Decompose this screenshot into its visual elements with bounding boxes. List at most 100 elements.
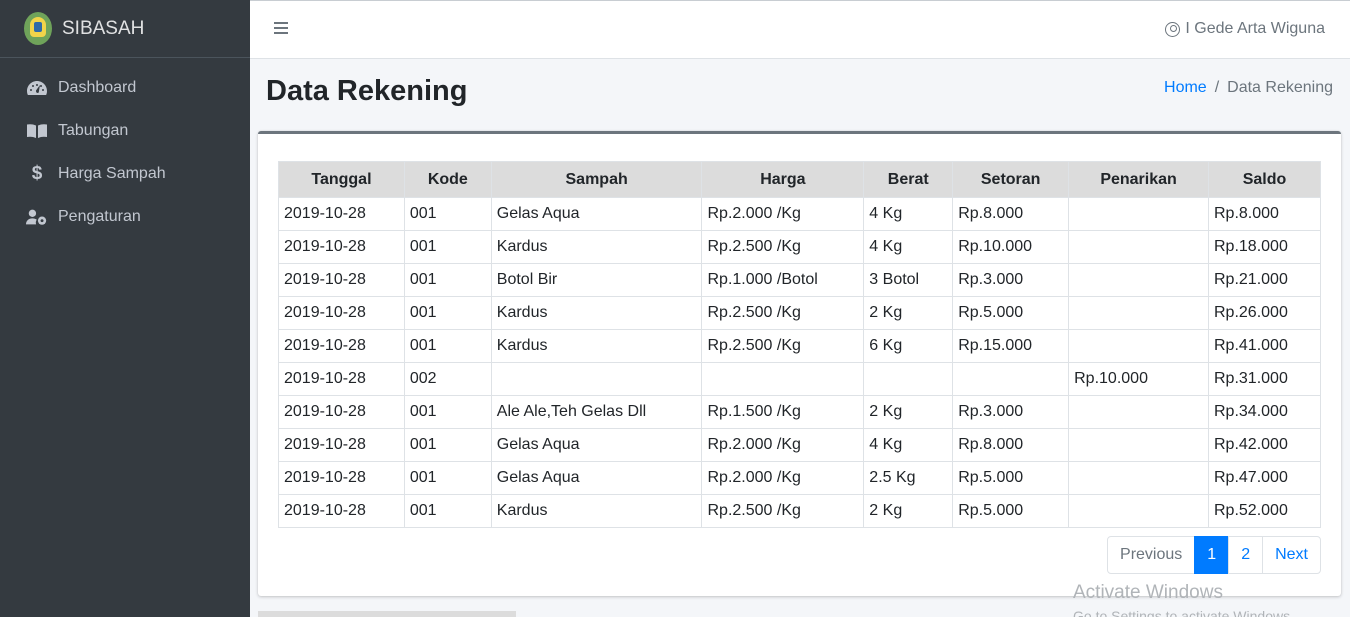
breadcrumb-home-link[interactable]: Home (1164, 79, 1207, 97)
table-cell-tanggal: 2019-10-28 (278, 494, 405, 528)
table-cell-setoran: Rp.8.000 (952, 197, 1070, 231)
pagination-page-1[interactable]: 1 (1194, 536, 1230, 574)
tachometer-icon (26, 79, 48, 97)
table-row: 2019-10-28 001 Botol Bir Rp.1.000 /Botol 3 B… (278, 263, 1321, 297)
table-cell-penarikan (1068, 461, 1209, 495)
table-cell-berat: 2 Kg (863, 395, 954, 429)
table-cell-setoran: Rp.5.000 (952, 494, 1070, 528)
column-header-berat: Berat (863, 161, 954, 198)
table-cell-sampah: Kardus (490, 296, 703, 330)
table-cell-penarikan (1068, 428, 1209, 462)
table-cell-kode: 001 (403, 230, 492, 264)
user-menu[interactable]: I Gede Arta Wiguna (1165, 20, 1325, 38)
breadcrumb-current: Data Rekening (1227, 79, 1333, 96)
table-cell-penarikan (1068, 296, 1209, 330)
table-cell-setoran: Rp.3.000 (952, 263, 1070, 297)
table-cell-kode: 001 (403, 395, 492, 429)
table-row: 2019-10-28 001 Kardus Rp.2.500 /Kg 2 Kg Rp.5.… (278, 296, 1321, 330)
table-cell-penarikan (1068, 395, 1209, 429)
table-cell-saldo: Rp.26.000 (1208, 296, 1321, 330)
table-cell-harga: Rp.2.500 /Kg (701, 296, 865, 330)
table-cell-setoran: Rp.3.000 (952, 395, 1070, 429)
table-row: 2019-10-28 001 Kardus Rp.2.500 /Kg 4 Kg Rp.10… (278, 230, 1321, 264)
table-cell-tanggal: 2019-10-28 (278, 461, 405, 495)
table-header-row: Tanggal Kode Sampah Harga Berat Setoran Penari… (278, 161, 1321, 198)
table-cell-saldo: Rp.21.000 (1208, 263, 1321, 297)
table-cell-berat: 4 Kg (863, 197, 954, 231)
column-header-kode: Kode (403, 161, 492, 198)
table-row: 2019-10-28 001 Gelas Aqua Rp.2.000 /Kg 4 Kg R… (278, 428, 1321, 462)
table-cell-berat: 2 Kg (863, 494, 954, 528)
table-cell-berat: 2 Kg (863, 296, 954, 330)
breadcrumb: Home / Data Rekening (1164, 79, 1333, 97)
table-cell-sampah: Ale Ale,Teh Gelas Dll (490, 395, 703, 429)
table-cell-penarikan (1068, 197, 1209, 231)
sidebar-item-label: Harga Sampah (58, 164, 166, 182)
table-row: 2019-10-28 001 Kardus Rp.2.500 /Kg 2 Kg Rp.5.… (278, 494, 1321, 528)
table-cell-kode: 001 (403, 197, 492, 231)
table-cell-tanggal: 2019-10-28 (278, 362, 405, 396)
sidebar-item-harga-sampah[interactable]: $ Harga Sampah (0, 152, 250, 195)
table-cell-kode: 001 (403, 296, 492, 330)
table-cell-harga: Rp.1.000 /Botol (701, 263, 865, 297)
bottom-strip (258, 611, 516, 617)
users-cog-icon (26, 208, 48, 226)
table-cell-saldo: Rp.31.000 (1208, 362, 1321, 396)
watermark-subtitle: Go to Settings to activate Windows. (1073, 608, 1294, 617)
table-cell-saldo: Rp.41.000 (1208, 329, 1321, 363)
table-row: 2019-10-28 001 Gelas Aqua Rp.2.000 /Kg 4 Kg R… (278, 197, 1321, 231)
table-cell-harga: Rp.2.500 /Kg (701, 329, 865, 363)
table-cell-setoran: Rp.5.000 (952, 296, 1070, 330)
table-cell-setoran: Rp.8.000 (952, 428, 1070, 462)
menu-toggle-icon[interactable] (274, 22, 288, 36)
table-row: 2019-10-28 002 Rp.10.000 Rp.31.000 (278, 362, 1321, 396)
table-cell-sampah: Gelas Aqua (490, 461, 703, 495)
table-cell-saldo: Rp.8.000 (1208, 197, 1321, 231)
table-cell-tanggal: 2019-10-28 (278, 428, 405, 462)
brand-name: SIBASAH (62, 17, 145, 39)
sidebar: SIBASAH Dashboard Tabungan $ Harga Sampa… (0, 0, 250, 617)
table-cell-saldo: Rp.52.000 (1208, 494, 1321, 528)
table-row: 2019-10-28 001 Ale Ale,Teh Gelas Dll Rp.1.5… (278, 395, 1321, 429)
pagination-page-2[interactable]: 2 (1228, 536, 1264, 574)
sidebar-item-label: Tabungan (58, 121, 129, 139)
pagination-previous[interactable]: Previous (1107, 536, 1196, 574)
table-cell-penarikan (1068, 329, 1209, 363)
brand-link[interactable]: SIBASAH (0, 0, 250, 58)
column-header-penarikan: Penarikan (1068, 161, 1209, 198)
table-cell-tanggal: 2019-10-28 (278, 296, 405, 330)
user-name: I Gede Arta Wiguna (1185, 20, 1325, 37)
sidebar-item-dashboard[interactable]: Dashboard (0, 66, 250, 109)
column-header-harga: Harga (701, 161, 865, 198)
table-cell-sampah: Kardus (490, 329, 703, 363)
sidebar-item-pengaturan[interactable]: Pengaturan (0, 195, 250, 238)
table-cell-harga: Rp.2.000 /Kg (701, 461, 865, 495)
user-circle-icon (1165, 21, 1181, 37)
top-navbar: I Gede Arta Wiguna (250, 0, 1350, 59)
table-cell-harga (701, 362, 865, 396)
table-cell-setoran (952, 362, 1070, 396)
table-cell-kode: 001 (403, 329, 492, 363)
table-cell-harga: Rp.2.500 /Kg (701, 230, 865, 264)
table-cell-kode: 001 (403, 461, 492, 495)
table-cell-tanggal: 2019-10-28 (278, 230, 405, 264)
sidebar-item-tabungan[interactable]: Tabungan (0, 109, 250, 152)
table-cell-harga: Rp.2.000 /Kg (701, 197, 865, 231)
table-cell-berat (863, 362, 954, 396)
column-header-setoran: Setoran (952, 161, 1070, 198)
table-cell-penarikan: Rp.10.000 (1068, 362, 1209, 396)
pagination-next[interactable]: Next (1262, 536, 1321, 574)
column-header-tanggal: Tanggal (278, 161, 405, 198)
table-cell-saldo: Rp.47.000 (1208, 461, 1321, 495)
table-cell-kode: 002 (403, 362, 492, 396)
table-cell-harga: Rp.2.000 /Kg (701, 428, 865, 462)
brand-logo (24, 12, 52, 45)
rekening-table: Tanggal Kode Sampah Harga Berat Setoran Penari… (278, 161, 1321, 528)
table-cell-berat: 4 Kg (863, 428, 954, 462)
table-cell-setoran: Rp.5.000 (952, 461, 1070, 495)
table-body: 2019-10-28 001 Gelas Aqua Rp.2.000 /Kg 4 Kg R… (278, 197, 1321, 528)
table-cell-setoran: Rp.15.000 (952, 329, 1070, 363)
activate-windows-watermark: Activate Windows Go to Settings to activ… (1073, 582, 1294, 617)
watermark-title: Activate Windows (1073, 582, 1223, 603)
table-cell-berat: 3 Botol (863, 263, 954, 297)
